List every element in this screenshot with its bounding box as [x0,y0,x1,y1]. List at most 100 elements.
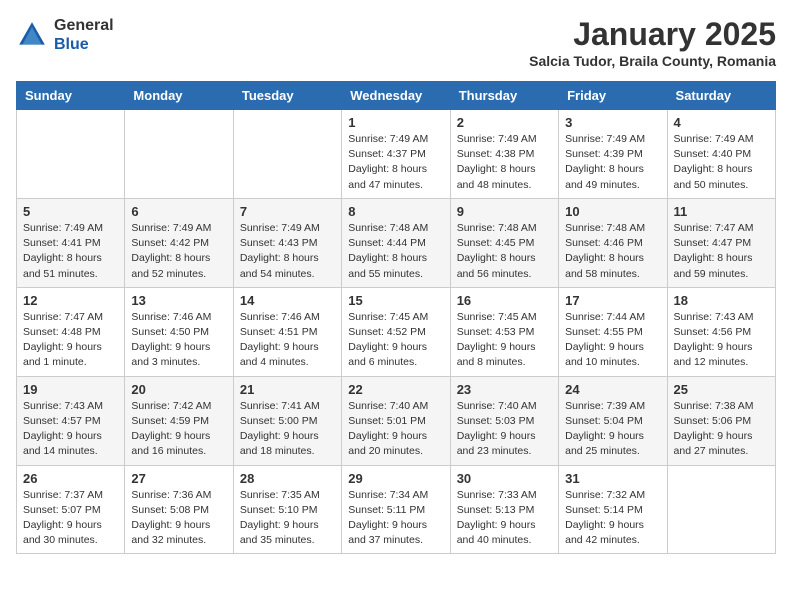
weekday-header-row: SundayMondayTuesdayWednesdayThursdayFrid… [17,82,776,110]
day-info: Sunrise: 7:49 AM Sunset: 4:38 PM Dayligh… [457,132,552,193]
logo: General Blue [16,16,114,54]
day-number: 14 [240,293,335,308]
day-number: 22 [348,382,443,397]
day-number: 19 [23,382,118,397]
calendar-cell: 16 Sunrise: 7:45 AM Sunset: 4:53 PM Dayli… [450,287,558,376]
weekday-header-cell: Sunday [17,82,125,110]
day-info: Sunrise: 7:35 AM Sunset: 5:10 PM Dayligh… [240,488,335,549]
calendar-cell [125,110,233,199]
calendar-cell: 7 Sunrise: 7:49 AM Sunset: 4:43 PM Daylig… [233,198,341,287]
title-area: January 2025 Salcia Tudor, Braila County… [529,16,776,69]
day-info: Sunrise: 7:39 AM Sunset: 5:04 PM Dayligh… [565,399,660,460]
calendar-cell: 18 Sunrise: 7:43 AM Sunset: 4:56 PM Dayli… [667,287,775,376]
calendar-cell: 15 Sunrise: 7:45 AM Sunset: 4:52 PM Dayli… [342,287,450,376]
day-number: 18 [674,293,769,308]
weekday-header-cell: Saturday [667,82,775,110]
day-info: Sunrise: 7:49 AM Sunset: 4:37 PM Dayligh… [348,132,443,193]
day-number: 8 [348,204,443,219]
day-info: Sunrise: 7:33 AM Sunset: 5:13 PM Dayligh… [457,488,552,549]
day-info: Sunrise: 7:38 AM Sunset: 5:06 PM Dayligh… [674,399,769,460]
calendar-cell: 28 Sunrise: 7:35 AM Sunset: 5:10 PM Dayli… [233,465,341,554]
calendar-cell: 26 Sunrise: 7:37 AM Sunset: 5:07 PM Dayli… [17,465,125,554]
calendar-cell: 14 Sunrise: 7:46 AM Sunset: 4:51 PM Dayli… [233,287,341,376]
day-number: 29 [348,471,443,486]
calendar-cell: 17Sunrise: 7:44 AM Sunset: 4:55 PM Dayli… [559,287,667,376]
day-info: Sunrise: 7:34 AM Sunset: 5:11 PM Dayligh… [348,488,443,549]
day-number: 31 [565,471,660,486]
calendar-cell: 8Sunrise: 7:48 AM Sunset: 4:44 PM Daylig… [342,198,450,287]
day-info: Sunrise: 7:37 AM Sunset: 5:07 PM Dayligh… [23,488,118,549]
calendar-cell [17,110,125,199]
day-number: 3 [565,115,660,130]
day-number: 9 [457,204,552,219]
day-info: Sunrise: 7:43 AM Sunset: 4:57 PM Dayligh… [23,399,118,460]
calendar-cell: 6 Sunrise: 7:49 AM Sunset: 4:42 PM Daylig… [125,198,233,287]
day-info: Sunrise: 7:49 AM Sunset: 4:43 PM Dayligh… [240,221,335,282]
day-number: 28 [240,471,335,486]
calendar-cell: 3 Sunrise: 7:49 AM Sunset: 4:39 PM Daylig… [559,110,667,199]
day-number: 10 [565,204,660,219]
day-number: 15 [348,293,443,308]
calendar-cell: 22Sunrise: 7:40 AM Sunset: 5:01 PM Dayli… [342,376,450,465]
day-info: Sunrise: 7:48 AM Sunset: 4:45 PM Dayligh… [457,221,552,282]
calendar-cell: 11 Sunrise: 7:47 AM Sunset: 4:47 PM Dayli… [667,198,775,287]
day-number: 2 [457,115,552,130]
weekday-header-cell: Monday [125,82,233,110]
day-number: 23 [457,382,552,397]
location-subtitle: Salcia Tudor, Braila County, Romania [529,53,776,69]
calendar-cell: 31 Sunrise: 7:32 AM Sunset: 5:14 PM Dayli… [559,465,667,554]
calendar-cell: 1 Sunrise: 7:49 AM Sunset: 4:37 PM Daylig… [342,110,450,199]
calendar-week-row: 19 Sunrise: 7:43 AM Sunset: 4:57 PM Dayli… [17,376,776,465]
day-info: Sunrise: 7:49 AM Sunset: 4:39 PM Dayligh… [565,132,660,193]
logo-blue-text: Blue [54,35,114,54]
day-number: 26 [23,471,118,486]
calendar-cell: 23 Sunrise: 7:40 AM Sunset: 5:03 PM Dayli… [450,376,558,465]
calendar-week-row: 1 Sunrise: 7:49 AM Sunset: 4:37 PM Daylig… [17,110,776,199]
weekday-header-cell: Tuesday [233,82,341,110]
day-number: 6 [131,204,226,219]
day-number: 30 [457,471,552,486]
day-number: 7 [240,204,335,219]
day-number: 4 [674,115,769,130]
logo-general-text: General [54,16,114,35]
day-number: 12 [23,293,118,308]
header: General Blue January 2025 Salcia Tudor, … [16,16,776,69]
day-number: 11 [674,204,769,219]
day-info: Sunrise: 7:49 AM Sunset: 4:40 PM Dayligh… [674,132,769,193]
day-number: 13 [131,293,226,308]
calendar-cell: 27Sunrise: 7:36 AM Sunset: 5:08 PM Dayli… [125,465,233,554]
day-info: Sunrise: 7:47 AM Sunset: 4:47 PM Dayligh… [674,221,769,282]
day-info: Sunrise: 7:41 AM Sunset: 5:00 PM Dayligh… [240,399,335,460]
day-info: Sunrise: 7:42 AM Sunset: 4:59 PM Dayligh… [131,399,226,460]
day-info: Sunrise: 7:45 AM Sunset: 4:52 PM Dayligh… [348,310,443,371]
calendar-cell: 13Sunrise: 7:46 AM Sunset: 4:50 PM Dayli… [125,287,233,376]
calendar-cell: 20Sunrise: 7:42 AM Sunset: 4:59 PM Dayli… [125,376,233,465]
calendar-cell: 21 Sunrise: 7:41 AM Sunset: 5:00 PM Dayli… [233,376,341,465]
day-info: Sunrise: 7:40 AM Sunset: 5:03 PM Dayligh… [457,399,552,460]
calendar-cell: 25 Sunrise: 7:38 AM Sunset: 5:06 PM Dayli… [667,376,775,465]
weekday-header-cell: Wednesday [342,82,450,110]
weekday-header-cell: Friday [559,82,667,110]
day-info: Sunrise: 7:48 AM Sunset: 4:46 PM Dayligh… [565,221,660,282]
logo-icon [16,19,48,51]
day-info: Sunrise: 7:45 AM Sunset: 4:53 PM Dayligh… [457,310,552,371]
calendar-body: 1 Sunrise: 7:49 AM Sunset: 4:37 PM Daylig… [17,110,776,554]
day-info: Sunrise: 7:49 AM Sunset: 4:41 PM Dayligh… [23,221,118,282]
day-number: 16 [457,293,552,308]
day-info: Sunrise: 7:32 AM Sunset: 5:14 PM Dayligh… [565,488,660,549]
day-number: 1 [348,115,443,130]
day-info: Sunrise: 7:46 AM Sunset: 4:51 PM Dayligh… [240,310,335,371]
day-number: 25 [674,382,769,397]
day-number: 21 [240,382,335,397]
day-number: 17 [565,293,660,308]
calendar-cell: 24 Sunrise: 7:39 AM Sunset: 5:04 PM Dayli… [559,376,667,465]
day-info: Sunrise: 7:49 AM Sunset: 4:42 PM Dayligh… [131,221,226,282]
calendar-cell: 30 Sunrise: 7:33 AM Sunset: 5:13 PM Dayli… [450,465,558,554]
calendar-cell: 5Sunrise: 7:49 AM Sunset: 4:41 PM Daylig… [17,198,125,287]
weekday-header-cell: Thursday [450,82,558,110]
day-number: 24 [565,382,660,397]
calendar-cell: 10 Sunrise: 7:48 AM Sunset: 4:46 PM Dayli… [559,198,667,287]
calendar-cell [667,465,775,554]
calendar-cell [233,110,341,199]
day-info: Sunrise: 7:43 AM Sunset: 4:56 PM Dayligh… [674,310,769,371]
